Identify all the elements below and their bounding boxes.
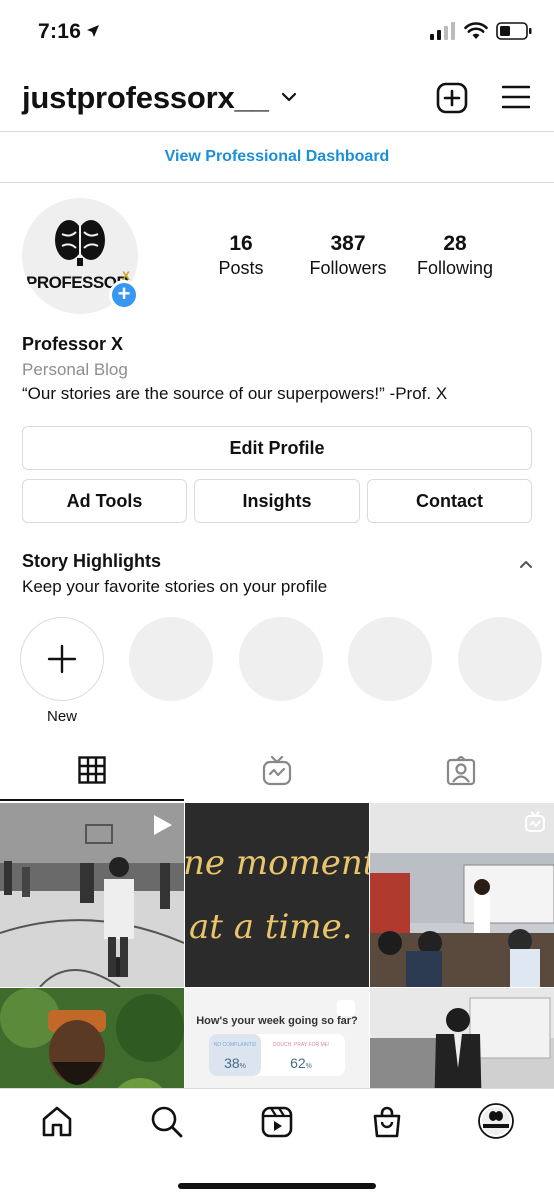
status-indicators (430, 22, 532, 45)
grid-icon[interactable] (78, 756, 106, 789)
following-count: 28 (443, 232, 467, 255)
professional-dashboard-link[interactable]: View Professional Dashboard (0, 132, 554, 182)
active-tab-indicator (0, 799, 184, 801)
poll-question: How's your week going so far? (196, 1015, 358, 1027)
new-post-plus-icon[interactable] (436, 82, 468, 119)
location-arrow-icon (86, 24, 100, 43)
quote-line-1: ne moment (185, 843, 369, 883)
username-title[interactable]: justprofessorx__ (22, 80, 269, 116)
highlight-placeholder (239, 617, 323, 701)
chevron-down-icon[interactable] (280, 90, 298, 108)
battery-icon (496, 22, 532, 45)
edit-profile-button[interactable]: Edit Profile (22, 426, 532, 470)
followers-label: Followers (309, 258, 387, 278)
post-tile-quote[interactable]: ne moment at a time. (185, 803, 369, 987)
profile-header: justprofessorx__ (0, 70, 554, 130)
profile-avatar[interactable]: PROFESSOR X + (22, 198, 139, 314)
add-story-plus-icon[interactable]: + (109, 280, 139, 310)
highlight-placeholder (458, 617, 542, 701)
post-tile-gym[interactable] (0, 803, 184, 987)
highlight-placeholder (348, 617, 432, 701)
bottom-navigation (0, 1088, 554, 1200)
poll-option-a-label: NO COMPLAINTS! (214, 1042, 257, 1048)
chevron-up-icon[interactable] (519, 556, 533, 574)
igtv-badge-icon (524, 811, 546, 838)
following-stat[interactable]: 28 Following (410, 232, 500, 279)
home-indicator (178, 1183, 376, 1189)
menu-icon[interactable] (501, 84, 531, 115)
plus-icon (47, 644, 77, 674)
posts-count: 16 (229, 232, 253, 255)
posts-stat[interactable]: 16 Posts (205, 232, 277, 279)
wifi-icon (464, 22, 488, 45)
divider (0, 182, 554, 183)
story-highlights-subtitle: Keep your favorite stories on your profi… (22, 577, 328, 596)
igtv-icon[interactable] (262, 755, 292, 791)
poll-option-b-label: OOUCH. PRAY FOR ME! (273, 1042, 330, 1048)
profile-avatar[interactable] (478, 1103, 514, 1144)
followers-count: 387 (330, 232, 366, 255)
insights-button[interactable]: Insights (194, 479, 360, 523)
tagged-icon[interactable] (446, 755, 476, 791)
reels-icon[interactable] (260, 1105, 294, 1144)
video-play-icon (152, 813, 174, 842)
highlight-placeholder (129, 617, 213, 701)
profile-category: Personal Blog (22, 360, 128, 379)
new-highlight-button[interactable] (20, 617, 104, 701)
new-highlight-label: New (46, 708, 77, 725)
signal-icon (430, 22, 456, 45)
profile-name: Professor X (22, 334, 124, 354)
post-tile-classroom[interactable] (370, 803, 554, 987)
story-highlights-title: Story Highlights (22, 551, 161, 571)
shop-icon[interactable] (370, 1105, 404, 1144)
contact-button[interactable]: Contact (367, 479, 532, 523)
ad-tools-button[interactable]: Ad Tools (22, 479, 187, 523)
status-time: 7:16 (38, 20, 82, 43)
multi-post-icon (337, 1000, 355, 1016)
search-icon[interactable] (150, 1105, 184, 1144)
following-label: Following (416, 258, 494, 278)
followers-stat[interactable]: 387 Followers (302, 232, 394, 279)
quote-line-2: at a time. (189, 907, 353, 947)
home-icon[interactable] (40, 1105, 74, 1144)
status-bar: 7:16 (0, 0, 554, 62)
profile-bio: “Our stories are the source of our super… (22, 384, 448, 403)
posts-label: Posts (218, 258, 264, 278)
